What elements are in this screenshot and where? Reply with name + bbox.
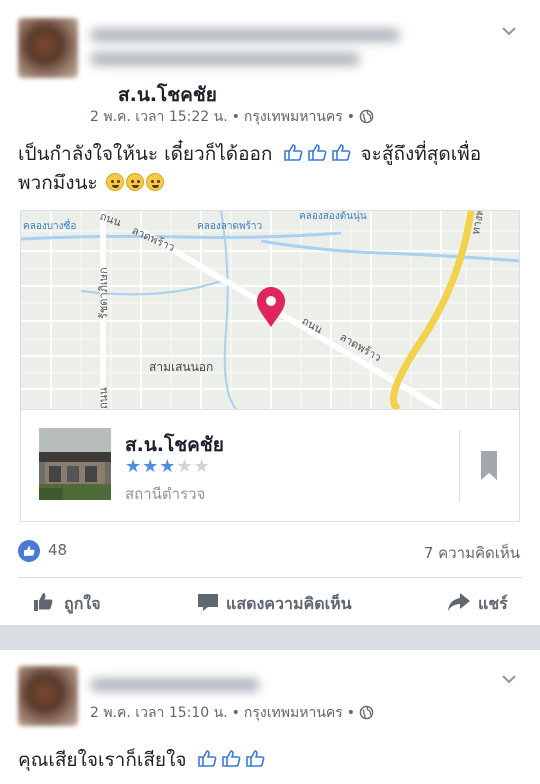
place-thumbnail [39, 428, 111, 500]
likes-count: 48 [48, 541, 68, 559]
map-label-canal-songton: คลองสองต้นนุ่น [299, 211, 367, 222]
star-icon: ★ [159, 456, 177, 477]
comment-label: แสดงความคิดเห็น [226, 594, 352, 613]
redacted-author-name[interactable] [90, 28, 400, 42]
redacted-tagged-names [90, 52, 360, 66]
map-label-road-left: ถนน [97, 387, 110, 409]
star-icon: ★ [193, 456, 211, 477]
star-icon: ★ [142, 456, 160, 477]
comment-button[interactable]: แสดงความคิดเห็น [196, 590, 376, 616]
avatar[interactable] [18, 666, 78, 726]
redacted-author-name[interactable] [90, 678, 260, 692]
like-label: ถูกใจ [64, 594, 101, 613]
comments-count[interactable]: 7 ความคิดเห็น [424, 541, 520, 565]
map-label-canal-latphrao: คลองลาดพร้าว [197, 220, 262, 232]
place-category: สถานีตำรวจ [125, 485, 206, 503]
post-card: ส.น.โชคชัย 2 พ.ค. เวลา 15:22 น. • กรุงเทพม… [0, 0, 540, 625]
crying-emoji [105, 173, 124, 191]
post-timestamp[interactable]: 2 พ.ค. เวลา 15:10 น. [90, 705, 228, 721]
feed-separator [0, 625, 540, 650]
thumbs-up-emoji [283, 144, 350, 161]
map-label-ratchada: รัชดาภิเษก [97, 267, 110, 319]
map[interactable]: คลองบางซื่อ คลองลาดพร้าว คลองสองต้นนุ่น … [21, 211, 520, 409]
like-button[interactable]: ถูกใจ [32, 590, 122, 616]
comment-icon [198, 594, 218, 611]
like-reaction-icon [18, 540, 40, 562]
crying-emoji [145, 173, 164, 191]
star-icon: ★ [176, 456, 194, 477]
thumbs-up-emoji [197, 750, 264, 767]
post-body-line-1: เป็นกำลังใจให้นะ เดี๋ยวก็ได้ออก จะสู้ถึง… [18, 143, 482, 165]
map-label-canal-bangsue: คลองบางซื่อ [23, 218, 76, 232]
post-body: เป็นกำลังใจให้นะ เดี๋ยวก็ได้ออก จะสู้ถึง… [18, 140, 481, 198]
bookmark-icon[interactable] [479, 450, 499, 482]
post-card: 2 พ.ค. เวลา 15:10 น. • กรุงเทพมหานคร • คุณเ… [0, 650, 540, 784]
avatar[interactable] [18, 18, 78, 78]
chevron-down-icon[interactable] [500, 22, 518, 40]
post-timestamp[interactable]: 2 พ.ค. เวลา 15:22 น. [90, 109, 228, 125]
star-icon: ★ [125, 456, 143, 477]
like-icon [34, 593, 53, 611]
globe-icon [359, 109, 374, 124]
map-label-samsen: สามเสนนอก [149, 360, 213, 374]
crying-emoji [125, 173, 144, 191]
share-button[interactable]: แชร์ [446, 590, 522, 616]
share-icon [448, 593, 470, 611]
divider [18, 577, 522, 578]
chevron-down-icon[interactable] [500, 670, 518, 688]
place-info[interactable]: ส.น.โชคชัย ★★★★★ สถานีตำรวจ [21, 409, 519, 521]
post-location[interactable]: กรุงเทพมหานคร [244, 109, 343, 125]
post-body: คุณเสียใจเราก็เสียใจ [18, 746, 269, 775]
globe-icon [359, 705, 374, 720]
post-meta: 2 พ.ค. เวลา 15:10 น. • กรุงเทพมหานคร • [90, 702, 374, 724]
rating-stars: ★★★★★ [125, 456, 211, 477]
post-location[interactable]: กรุงเทพมหานคร [244, 705, 343, 721]
post-body-line-2: พวกมึงนะ [18, 169, 481, 198]
share-label: แชร์ [478, 594, 508, 613]
divider [459, 430, 460, 502]
post-meta: 2 พ.ค. เวลา 15:22 น. • กรุงเทพมหานคร • [90, 106, 374, 128]
place-card[interactable]: คลองบางซื่อ คลองลาดพร้าว คลองสองต้นนุ่น … [20, 210, 520, 522]
